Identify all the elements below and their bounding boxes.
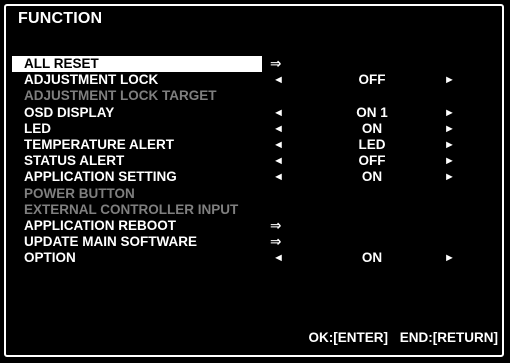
menu-item-application-reboot[interactable]: APPLICATION REBOOT ⇒ (12, 218, 492, 234)
decrease-arrow-icon[interactable]: ◄ (273, 169, 284, 185)
end-hint: END:[RETURN] (399, 330, 498, 345)
menu-item-label: POWER BUTTON (24, 185, 135, 201)
menu-item-label: ADJUSTMENT LOCK TARGET (24, 88, 217, 104)
decrease-arrow-icon[interactable]: ◄ (273, 137, 284, 153)
increase-arrow-icon[interactable]: ► (444, 137, 455, 153)
menu-item-power-button: POWER BUTTON (12, 186, 492, 202)
menu-item-external-controller-input: EXTERNAL CONTROLLER INPUT (12, 202, 492, 218)
increase-arrow-icon[interactable]: ► (444, 72, 455, 88)
increase-arrow-icon[interactable]: ► (444, 169, 455, 185)
footer-hint: OK:[ENTER] END:[RETURN] (308, 330, 498, 345)
menu-item-label: STATUS ALERT (24, 153, 125, 169)
decrease-arrow-icon[interactable]: ◄ (273, 153, 284, 169)
menu-item-label: TEMPERATURE ALERT (24, 136, 174, 152)
execute-arrow-icon[interactable]: ⇒ (270, 218, 281, 234)
menu-item-status-alert[interactable]: STATUS ALERT ◄ OFF ► (12, 153, 492, 169)
menu-item-label: APPLICATION REBOOT (24, 217, 177, 233)
menu-item-value: LED (358, 136, 386, 152)
menu-item-label: LED (24, 120, 51, 136)
menu-item-osd-display[interactable]: OSD DISPLAY ◄ ON 1 ► (12, 105, 492, 121)
menu-item-option[interactable]: OPTION ◄ ON ► (12, 250, 492, 266)
menu-item-application-setting[interactable]: APPLICATION SETTING ◄ ON ► (12, 169, 492, 185)
menu-item-adjustment-lock-target: ADJUSTMENT LOCK TARGET (12, 88, 492, 104)
menu-item-label: OPTION (24, 250, 76, 266)
increase-arrow-icon[interactable]: ► (444, 250, 455, 266)
increase-arrow-icon[interactable]: ► (444, 121, 455, 137)
menu-item-temperature-alert[interactable]: TEMPERATURE ALERT ◄ LED ► (12, 137, 492, 153)
decrease-arrow-icon[interactable]: ◄ (273, 250, 284, 266)
menu-item-led[interactable]: LED ◄ ON ► (12, 121, 492, 137)
increase-arrow-icon[interactable]: ► (444, 105, 455, 121)
menu-item-label: UPDATE MAIN SOFTWARE (24, 234, 197, 250)
increase-arrow-icon[interactable]: ► (444, 153, 455, 169)
menu-item-label: ALL RESET (12, 56, 262, 72)
menu-item-value: OFF (358, 153, 386, 169)
menu-title: FUNCTION (18, 10, 103, 27)
menu-item-value: ON (361, 250, 383, 266)
menu-item-label: ADJUSTMENT LOCK (24, 72, 159, 88)
menu-item-label: EXTERNAL CONTROLLER INPUT (24, 201, 239, 217)
ok-hint: OK:[ENTER] (308, 330, 388, 345)
menu-item-value: ON (361, 120, 383, 136)
menu-item-label: APPLICATION SETTING (24, 169, 177, 185)
menu-item-update-main-software[interactable]: UPDATE MAIN SOFTWARE ⇒ (12, 234, 492, 250)
menu-item-adjustment-lock[interactable]: ADJUSTMENT LOCK ◄ OFF ► (12, 72, 492, 88)
menu-item-all-reset[interactable]: ALL RESET ⇒ (12, 56, 492, 72)
execute-arrow-icon[interactable]: ⇒ (270, 56, 281, 72)
menu-item-value: ON (361, 169, 383, 185)
menu-item-value: OFF (358, 72, 386, 88)
decrease-arrow-icon[interactable]: ◄ (273, 105, 284, 121)
execute-arrow-icon[interactable]: ⇒ (270, 234, 281, 250)
menu-item-value: ON 1 (356, 104, 388, 120)
decrease-arrow-icon[interactable]: ◄ (273, 121, 284, 137)
menu-list: ALL RESET ⇒ ADJUSTMENT LOCK ◄ OFF ► ADJUSTMENT… (12, 56, 492, 266)
decrease-arrow-icon[interactable]: ◄ (273, 72, 284, 88)
menu-item-label: OSD DISPLAY (24, 104, 115, 120)
